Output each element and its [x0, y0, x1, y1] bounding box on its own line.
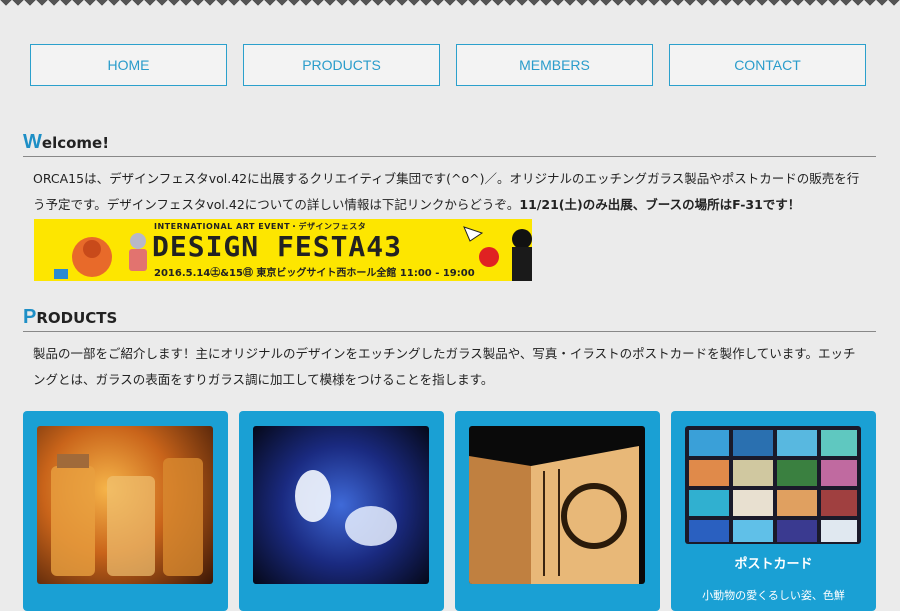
products-heading-initial: P — [23, 306, 37, 328]
main-nav: HOME PRODUCTS MEMBERS CONTACT — [30, 44, 870, 88]
product-image-glass-jars — [37, 426, 213, 584]
product-card-glass-jars[interactable] — [23, 411, 228, 611]
product-card-postcards[interactable]: ポストカード 小動物の愛くるしい姿、色鮮 — [671, 411, 876, 611]
banner-title: DESIGN FESTA43 — [152, 230, 403, 263]
product-image-etched-lamp — [469, 426, 645, 584]
nav-members-link[interactable]: MEMBERS — [456, 44, 653, 86]
product-image-postcards — [685, 426, 861, 544]
nav-products-link[interactable]: PRODUCTS — [243, 44, 440, 86]
nav-contact-link[interactable]: CONTACT — [669, 44, 866, 86]
product-cards: ポストカード 小動物の愛くるしい姿、色鮮 — [23, 411, 876, 611]
banner-date: 2016.5.14㊏&15㊐ 東京ビッグサイト西ホール全館 11:00 - 19… — [154, 268, 475, 279]
welcome-paragraph: ORCA15は、デザインフェスタvol.42に出展するクリエイティブ集団です(^… — [33, 166, 863, 218]
products-heading-rest: RODUCTS — [36, 309, 118, 327]
product-image-glass-figures — [253, 426, 429, 584]
design-festa-banner[interactable]: INTERNATIONAL ART EVENT・デザインフェスタ DESIGN … — [34, 219, 532, 281]
nav-home-link[interactable]: HOME — [30, 44, 227, 86]
postcard-caption: ポストカード — [734, 557, 813, 572]
welcome-highlight: 11/21(土)のみ出展、ブースの場所はF-31です！ — [519, 197, 801, 212]
welcome-heading-initial: W — [23, 131, 42, 153]
product-card-etched-lamp[interactable] — [455, 411, 660, 611]
products-heading: PRODUCTS — [23, 306, 876, 332]
welcome-heading: Welcome! — [23, 131, 876, 157]
product-card-glass-figures[interactable] — [239, 411, 444, 611]
postcard-subtext: 小動物の愛くるしい姿、色鮮 — [702, 589, 845, 602]
welcome-heading-rest: elcome! — [41, 134, 110, 152]
top-border-decoration — [0, 0, 900, 12]
products-paragraph: 製品の一部をご紹介します！主にオリジナルのデザインをエッチングしたガラス製品や、… — [33, 346, 856, 387]
